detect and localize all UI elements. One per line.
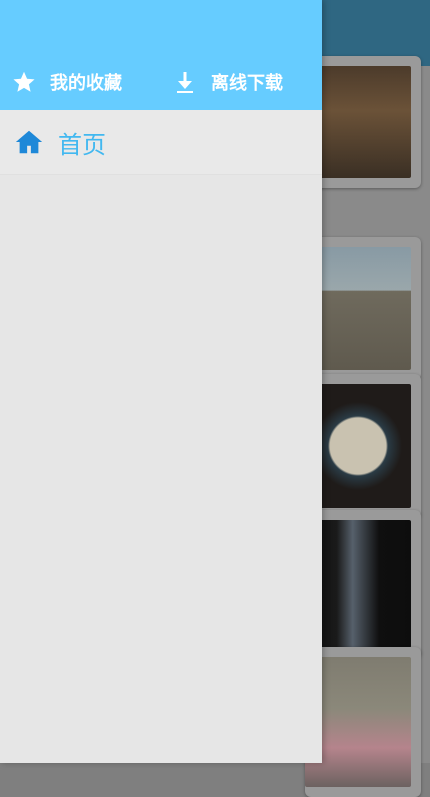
- offline-download-label: 离线下载: [211, 73, 283, 94]
- nav-item-home[interactable]: 首页: [0, 110, 322, 175]
- offline-download-button[interactable]: 离线下载: [173, 66, 283, 98]
- favorites-label: 我的收藏: [50, 73, 122, 94]
- feed-card[interactable]: [305, 237, 421, 380]
- home-icon: [14, 127, 44, 157]
- favorites-button[interactable]: 我的收藏: [12, 66, 122, 98]
- feed-card[interactable]: [305, 56, 421, 188]
- feed-card[interactable]: [305, 374, 421, 518]
- nav-item-label: 首页: [58, 130, 106, 159]
- star-icon: [12, 70, 36, 94]
- drawer-header: 我的收藏 离线下载: [0, 0, 322, 110]
- feed-card[interactable]: [305, 647, 421, 797]
- download-icon: [173, 70, 197, 94]
- feed-card[interactable]: [305, 510, 421, 658]
- navigation-drawer: 我的收藏 离线下载 首页: [0, 0, 322, 763]
